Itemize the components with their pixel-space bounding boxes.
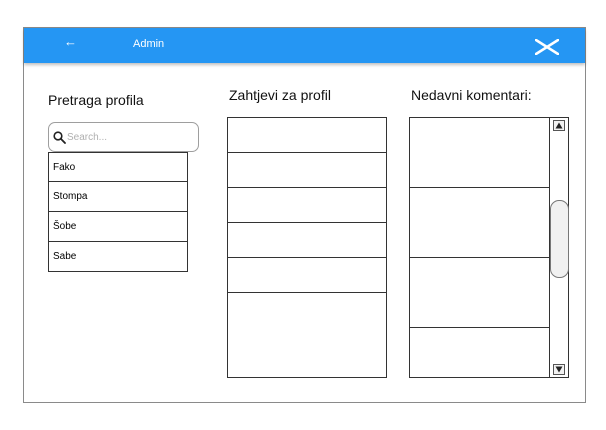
search-input[interactable] bbox=[67, 129, 192, 145]
scroll-up-button[interactable] bbox=[553, 120, 565, 131]
profile-result-item[interactable]: Stompa bbox=[48, 182, 188, 212]
comment-rows bbox=[410, 118, 549, 398]
scrollbar-thumb[interactable] bbox=[550, 200, 569, 279]
profile-result-item[interactable]: Fako bbox=[48, 152, 188, 182]
request-row[interactable] bbox=[228, 188, 386, 223]
title-bar: ← Admin bbox=[24, 28, 585, 63]
comment-row[interactable] bbox=[410, 328, 549, 398]
page-title: Admin bbox=[133, 38, 165, 50]
request-row[interactable] bbox=[228, 118, 386, 153]
profile-result-item[interactable]: Šobe bbox=[48, 212, 188, 242]
profile-requests-heading: Zahtjevi za profil bbox=[229, 87, 331, 103]
back-arrow-icon[interactable]: ← bbox=[64, 35, 77, 49]
profile-search-heading: Pretraga profila bbox=[48, 92, 144, 108]
triangle-up-icon bbox=[555, 122, 563, 129]
vertical-scrollbar[interactable] bbox=[549, 118, 569, 377]
recent-comments-list bbox=[409, 117, 569, 378]
comment-row[interactable] bbox=[410, 188, 549, 258]
profile-result-item[interactable]: Sabe bbox=[48, 242, 188, 272]
comment-row[interactable] bbox=[410, 258, 549, 328]
close-icon[interactable] bbox=[535, 39, 559, 55]
request-row[interactable] bbox=[228, 258, 386, 293]
profile-results-list: Fako Stompa Šobe Sabe bbox=[48, 152, 188, 272]
search-box[interactable] bbox=[48, 122, 199, 152]
request-row[interactable] bbox=[228, 153, 386, 188]
request-row[interactable] bbox=[228, 223, 386, 258]
search-icon bbox=[53, 131, 66, 144]
recent-comments-heading: Nedavni komentari: bbox=[411, 87, 532, 103]
triangle-down-icon bbox=[555, 366, 563, 373]
comment-row[interactable] bbox=[410, 118, 549, 188]
admin-window: ← Admin Pretraga profila Fako Stompa Šob… bbox=[23, 27, 586, 403]
profile-requests-list bbox=[227, 117, 387, 378]
scroll-down-button[interactable] bbox=[553, 364, 565, 375]
